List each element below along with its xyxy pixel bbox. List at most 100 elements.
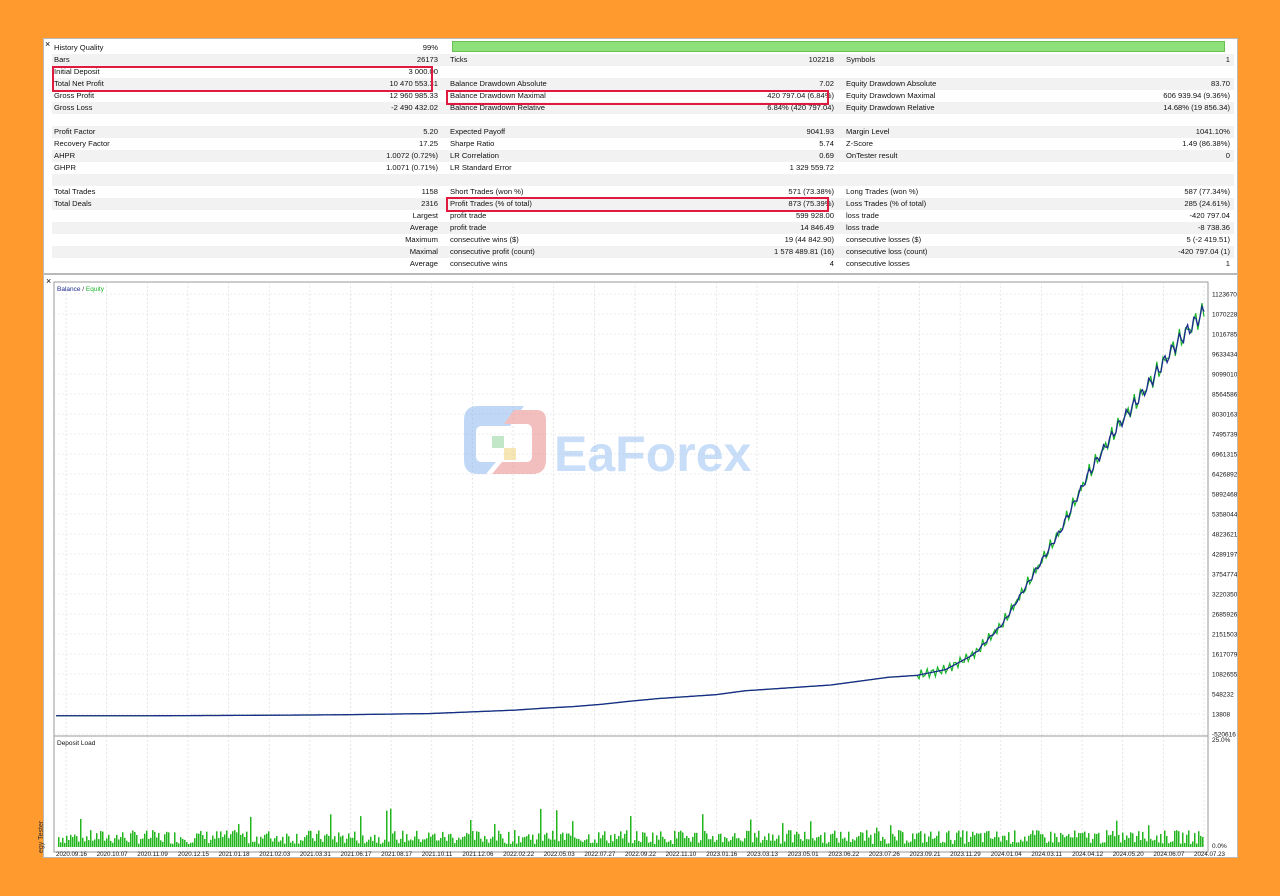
load-bar bbox=[784, 841, 786, 847]
report-row: Profit Factor 5.20 Expected Payoff 9041.93 M… bbox=[52, 126, 1234, 138]
load-bar bbox=[682, 832, 684, 847]
metric-value: -420 797.04 (1) bbox=[1178, 247, 1230, 256]
load-bar bbox=[302, 840, 304, 847]
load-bar bbox=[1016, 842, 1018, 847]
y-tick-label: 1082655 bbox=[1212, 672, 1237, 679]
load-bar bbox=[1098, 832, 1100, 847]
load-bar bbox=[222, 837, 224, 847]
load-bar bbox=[956, 832, 958, 847]
load-bar bbox=[904, 843, 906, 847]
legend-balance: Balance bbox=[57, 286, 81, 293]
load-bar bbox=[984, 832, 986, 847]
load-bar bbox=[544, 834, 546, 847]
metric-value: 0 bbox=[1225, 151, 1230, 160]
load-bar bbox=[992, 838, 994, 847]
close-icon[interactable]: × bbox=[45, 40, 50, 49]
metric-value: 99% bbox=[422, 43, 438, 52]
load-bar bbox=[372, 840, 374, 847]
load-bar bbox=[370, 836, 372, 847]
load-bar bbox=[492, 836, 494, 847]
load-bar bbox=[1004, 835, 1006, 847]
load-bar bbox=[634, 840, 636, 847]
load-bar bbox=[1138, 831, 1140, 847]
load-bar bbox=[148, 838, 150, 847]
load-bar bbox=[262, 838, 264, 847]
load-bar bbox=[142, 838, 144, 847]
y-tick-label: 5358044 bbox=[1212, 512, 1237, 519]
load-bar bbox=[98, 839, 100, 847]
load-bar bbox=[386, 810, 388, 847]
x-tick-label: 2020.12.15 bbox=[178, 851, 210, 857]
load-bar bbox=[212, 835, 214, 847]
load-bar bbox=[908, 842, 910, 847]
load-bar bbox=[294, 843, 296, 847]
load-bar bbox=[326, 834, 328, 847]
load-bar bbox=[518, 836, 520, 847]
load-bar bbox=[516, 843, 518, 847]
load-bar bbox=[314, 841, 316, 847]
load-bar bbox=[948, 830, 950, 847]
metric-label: consecutive losses bbox=[846, 259, 910, 268]
load-bar bbox=[1118, 834, 1120, 847]
load-bar bbox=[380, 843, 382, 847]
load-bar bbox=[160, 840, 162, 847]
metric-label: consecutive wins bbox=[450, 259, 508, 268]
load-bar bbox=[202, 835, 204, 847]
load-bar bbox=[364, 843, 366, 847]
load-bar bbox=[182, 839, 184, 847]
load-bar bbox=[404, 841, 406, 847]
load-bar bbox=[826, 843, 828, 847]
load-bar bbox=[818, 836, 820, 847]
load-bar bbox=[176, 841, 178, 847]
load-bar bbox=[378, 837, 380, 847]
y-tick-label: 13808 bbox=[1212, 712, 1230, 719]
load-bar bbox=[842, 838, 844, 847]
load-bar bbox=[854, 840, 856, 847]
metric-label: Symbols bbox=[846, 55, 876, 64]
load-bar bbox=[732, 836, 734, 847]
metric-value: 4 bbox=[829, 259, 834, 268]
x-tick-label: 2022.09.22 bbox=[625, 851, 657, 857]
x-tick-label: 2021.02.03 bbox=[259, 851, 291, 857]
load-bar bbox=[362, 835, 364, 847]
chart-close-icon[interactable]: × bbox=[46, 276, 51, 286]
load-bar bbox=[590, 843, 592, 847]
load-bar bbox=[824, 832, 826, 847]
load-bar bbox=[456, 840, 458, 847]
strategy-tester-side-tab[interactable]: egy Tester bbox=[38, 821, 45, 853]
load-bar bbox=[126, 840, 128, 847]
deposit-load-label: Deposit Load bbox=[57, 740, 96, 747]
report-row: Average consecutive wins 4 consecutive loss… bbox=[52, 258, 1234, 270]
load-bar bbox=[536, 839, 538, 847]
load-bar bbox=[636, 831, 638, 847]
y-tick-label: 8030163 bbox=[1212, 412, 1237, 419]
load-bar bbox=[870, 834, 872, 847]
load-bar bbox=[340, 836, 342, 847]
load-bar bbox=[418, 839, 420, 847]
metric-label: LR Standard Error bbox=[450, 163, 512, 172]
load-bar bbox=[62, 837, 64, 847]
load-bar bbox=[736, 838, 738, 847]
load-bar bbox=[1168, 843, 1170, 847]
load-bar bbox=[702, 814, 704, 847]
load-bar bbox=[156, 837, 158, 847]
load-bar bbox=[952, 843, 954, 847]
load-bar bbox=[1084, 831, 1086, 847]
load-bar bbox=[1092, 839, 1094, 847]
load-bar bbox=[722, 842, 724, 847]
x-tick-label: 2022.02.22 bbox=[503, 851, 535, 857]
load-bar bbox=[828, 842, 830, 847]
load-bar bbox=[58, 837, 60, 847]
load-bar bbox=[606, 840, 608, 847]
load-bar bbox=[92, 840, 94, 847]
load-bar bbox=[610, 835, 612, 847]
load-bar bbox=[730, 839, 732, 847]
metric-value: 5.20 bbox=[423, 127, 438, 136]
metric-label: Total Trades bbox=[54, 187, 96, 196]
load-bar bbox=[1014, 830, 1016, 847]
load-bar bbox=[1026, 841, 1028, 847]
load-bar bbox=[1188, 830, 1190, 847]
load-bar bbox=[860, 832, 862, 847]
load-bar bbox=[146, 830, 148, 847]
load-bar bbox=[224, 834, 226, 847]
